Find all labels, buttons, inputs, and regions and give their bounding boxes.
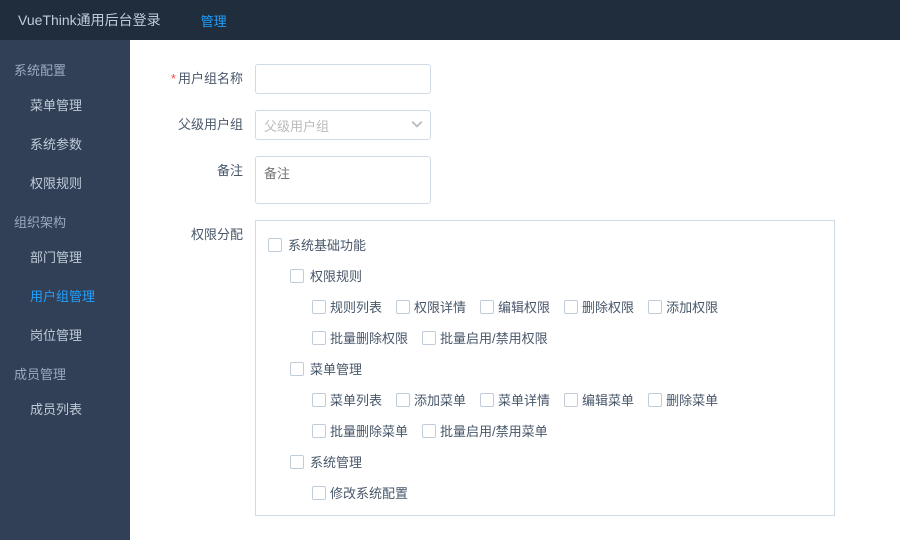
checkbox-icon[interactable] — [290, 455, 304, 469]
perm-leaf[interactable]: 菜单列表 — [312, 390, 382, 409]
perm-leaf[interactable]: 批量删除权限 — [312, 328, 408, 347]
perm-leaf[interactable]: 规则列表 — [312, 297, 382, 316]
perm-leaf[interactable]: 菜单详情 — [480, 390, 550, 409]
perm-leaf[interactable]: 编辑权限 — [480, 297, 550, 316]
select-parent-group[interactable]: 父级用户组 — [255, 110, 431, 140]
sidebar-group-org: 组织架构 — [0, 202, 130, 237]
checkbox-icon[interactable] — [648, 300, 662, 314]
checkbox-icon[interactable] — [648, 393, 662, 407]
checkbox-icon[interactable] — [290, 269, 304, 283]
input-group-name[interactable] — [255, 64, 431, 94]
label-remark: 备注 — [130, 156, 255, 186]
checkbox-icon[interactable] — [422, 331, 436, 345]
sidebar-item-perm-rules[interactable]: 权限规则 — [0, 163, 130, 202]
checkbox-icon[interactable] — [312, 300, 326, 314]
checkbox-icon[interactable] — [564, 393, 578, 407]
perm-node-menu-mgmt[interactable]: 菜单管理 — [256, 353, 830, 384]
select-parent-group-placeholder: 父级用户组 — [264, 116, 329, 135]
perm-children: 菜单列表 添加菜单 菜单详情 编辑菜单 删除菜单 批量删除菜单 批量启用/禁用菜… — [256, 384, 830, 446]
perm-leaf[interactable]: 添加菜单 — [396, 390, 466, 409]
checkbox-icon[interactable] — [480, 300, 494, 314]
label-group-name: *用户组名称 — [130, 64, 255, 94]
label-perm-assign: 权限分配 — [130, 220, 255, 250]
checkbox-icon[interactable] — [480, 393, 494, 407]
perm-leaf[interactable]: 编辑菜单 — [564, 390, 634, 409]
perm-leaf[interactable]: 删除权限 — [564, 297, 634, 316]
checkbox-icon[interactable] — [312, 486, 326, 500]
brand-title: VueThink通用后台登录 — [18, 10, 161, 30]
label-parent-group: 父级用户组 — [130, 110, 255, 140]
topnav-manage[interactable]: 管理 — [201, 11, 227, 30]
perm-leaf[interactable]: 修改系统配置 — [312, 483, 408, 502]
sidebar-item-position-mgmt[interactable]: 岗位管理 — [0, 315, 130, 354]
perm-leaf[interactable]: 批量启用/禁用菜单 — [422, 421, 548, 440]
sidebar-item-member-list[interactable]: 成员列表 — [0, 389, 130, 428]
sidebar-item-system-params[interactable]: 系统参数 — [0, 124, 130, 163]
checkbox-icon[interactable] — [422, 424, 436, 438]
sidebar-item-usergroup-mgmt[interactable]: 用户组管理 — [0, 276, 130, 315]
checkbox-icon[interactable] — [312, 393, 326, 407]
perm-leaf[interactable]: 批量启用/禁用权限 — [422, 328, 548, 347]
checkbox-icon[interactable] — [396, 300, 410, 314]
checkbox-icon[interactable] — [290, 362, 304, 376]
perm-leaf[interactable]: 权限详情 — [396, 297, 466, 316]
sidebar-item-dept-mgmt[interactable]: 部门管理 — [0, 237, 130, 276]
sidebar-item-menu-mgmt[interactable]: 菜单管理 — [0, 85, 130, 124]
sidebar-group-members: 成员管理 — [0, 354, 130, 389]
perm-node-position-mgmt[interactable]: 岗位管理 — [256, 508, 830, 516]
perm-leaf[interactable]: 添加权限 — [648, 297, 718, 316]
permission-tree-panel[interactable]: 系统基础功能 权限规则 规则列表 权限详情 编辑权限 删除权限 添加权限 批量删… — [255, 220, 835, 516]
sidebar: 系统配置 菜单管理 系统参数 权限规则 组织架构 部门管理 用户组管理 岗位管理… — [0, 40, 130, 540]
perm-node-perm-rules[interactable]: 权限规则 — [256, 260, 830, 291]
textarea-remark[interactable] — [255, 156, 431, 204]
checkbox-icon[interactable] — [312, 424, 326, 438]
perm-children: 规则列表 权限详情 编辑权限 删除权限 添加权限 批量删除权限 批量启用/禁用权… — [256, 291, 830, 353]
perm-node-system-mgmt[interactable]: 系统管理 — [256, 446, 830, 477]
checkbox-icon[interactable] — [312, 331, 326, 345]
topbar: VueThink通用后台登录 管理 — [0, 0, 900, 40]
perm-leaf[interactable]: 删除菜单 — [648, 390, 718, 409]
form-panel: *用户组名称 父级用户组 父级用户组 备注 权限分配 系统基础功能 权限规则 — [130, 40, 900, 540]
checkbox-icon[interactable] — [564, 300, 578, 314]
perm-children: 修改系统配置 — [256, 477, 830, 508]
checkbox-icon[interactable] — [396, 393, 410, 407]
perm-leaf[interactable]: 批量删除菜单 — [312, 421, 408, 440]
perm-node-system-basic[interactable]: 系统基础功能 — [256, 229, 830, 260]
sidebar-group-system-config: 系统配置 — [0, 50, 130, 85]
checkbox-icon[interactable] — [268, 238, 282, 252]
